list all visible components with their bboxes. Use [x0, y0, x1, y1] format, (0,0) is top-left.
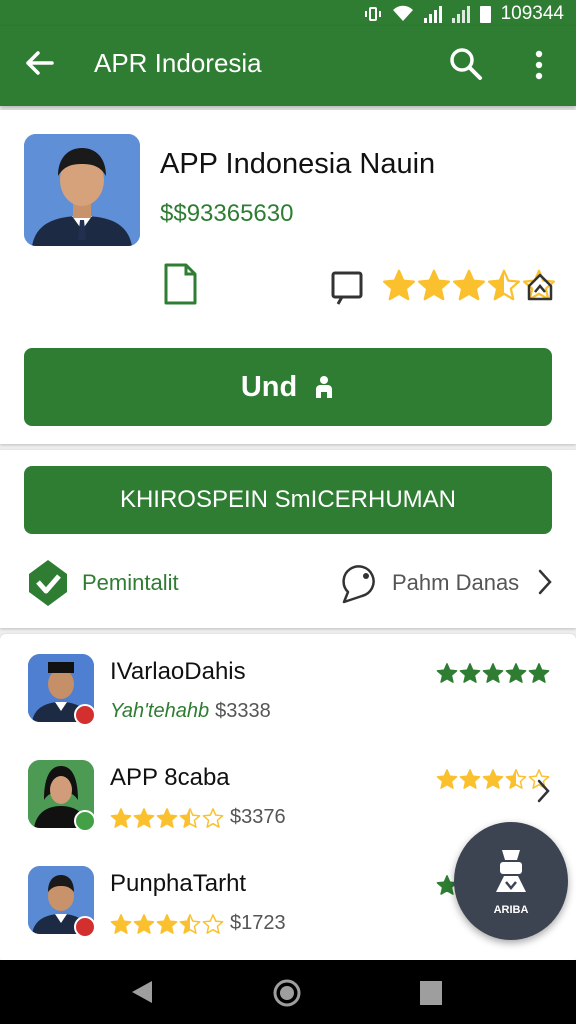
star-icon	[417, 269, 451, 301]
app-detail-card: APP Indonesia Nauin $$93365630 Und	[0, 110, 576, 444]
star-icon	[110, 807, 132, 828]
app-name: APP Indonesia Nauin	[160, 148, 436, 180]
star-icon	[110, 913, 132, 934]
wifi-icon	[392, 5, 413, 21]
star-icon	[156, 807, 178, 828]
list-item-price: $3338	[215, 700, 271, 722]
star-icon	[133, 913, 155, 934]
status-bar: 109344	[0, 0, 576, 26]
secondary-button[interactable]: KHIROSPEIN SmICERHUMAN	[24, 466, 552, 534]
list-item-price: $3376	[230, 806, 286, 828]
list-item-meta: $3376	[110, 806, 286, 829]
status-badge	[74, 810, 96, 832]
star-icon	[452, 269, 486, 301]
more-vert-icon[interactable]	[526, 48, 552, 82]
shield-check-icon[interactable]	[26, 558, 70, 608]
status-badge	[74, 704, 96, 726]
app-bar: APR Indoresia	[0, 26, 576, 106]
chat-bubble-icon[interactable]	[336, 564, 378, 604]
battery-icon	[479, 5, 491, 23]
star-icon	[459, 663, 481, 683]
vibrate-icon	[364, 7, 381, 21]
list-item-name: PunphaTarht	[110, 870, 247, 897]
star-icon	[528, 663, 550, 683]
star-icon	[202, 807, 224, 828]
system-nav-bar	[0, 960, 576, 1024]
star-icon	[382, 269, 416, 301]
signal-icon	[423, 5, 442, 23]
nav-recents-icon[interactable]	[420, 981, 442, 1005]
back-arrow-icon[interactable]	[22, 46, 56, 80]
robot-icon	[496, 850, 526, 892]
list-item-rating	[436, 662, 550, 684]
star-icon	[179, 913, 201, 934]
list-item-name: IVarlaoDahis	[110, 658, 246, 685]
list-item-rating-small	[110, 913, 224, 935]
star-icon	[487, 269, 521, 301]
list-item-name: APP 8caba	[110, 764, 230, 791]
star-icon	[202, 913, 224, 934]
list-item-meta: $1723	[110, 912, 286, 935]
share-icon[interactable]	[526, 272, 554, 302]
list-item-price: $1723	[230, 912, 286, 934]
list-item[interactable]: IVarlaoDahis Yah'tehahb $3338	[0, 634, 576, 734]
star-icon	[482, 663, 504, 683]
signal-icon	[451, 5, 470, 23]
app-avatar	[24, 134, 140, 246]
install-button-label: Und	[240, 370, 298, 403]
list-item-meta: Yah'tehahb $3338	[110, 700, 271, 723]
document-icon[interactable]	[162, 262, 198, 306]
star-icon	[156, 913, 178, 934]
list-item-subtitle: Yah'tehahb	[110, 700, 210, 722]
person-icon	[316, 376, 333, 398]
star-icon	[436, 663, 458, 683]
app-price: $$93365630	[160, 200, 294, 227]
privacy-policy-link[interactable]: Pahm Danas	[392, 570, 519, 596]
comment-icon[interactable]	[330, 270, 364, 306]
star-icon	[482, 769, 504, 789]
chevron-right-icon[interactable]	[536, 778, 552, 804]
search-icon[interactable]	[448, 46, 484, 82]
star-icon	[505, 769, 527, 789]
star-icon	[459, 769, 481, 789]
assistant-fab[interactable]: ARIBA	[454, 822, 568, 940]
page-title: APR Indoresia	[94, 48, 262, 78]
star-icon	[133, 807, 155, 828]
install-button[interactable]: Und	[24, 348, 552, 426]
star-icon	[179, 807, 201, 828]
nav-back-icon[interactable]	[128, 978, 156, 1006]
chevron-right-icon	[538, 569, 552, 595]
star-icon	[505, 663, 527, 683]
list-item-rating	[436, 768, 550, 790]
star-icon	[436, 769, 458, 789]
nav-home-icon[interactable]	[272, 978, 302, 1008]
permissions-link[interactable]: Pemintalit	[82, 570, 179, 596]
actions-card: KHIROSPEIN SmICERHUMAN Pemintalit Pahm D…	[0, 450, 576, 628]
fab-label: ARIBA	[493, 904, 529, 916]
list-item-rating-small	[110, 807, 224, 829]
status-badge	[74, 916, 96, 938]
status-time: 109344	[500, 3, 564, 24]
